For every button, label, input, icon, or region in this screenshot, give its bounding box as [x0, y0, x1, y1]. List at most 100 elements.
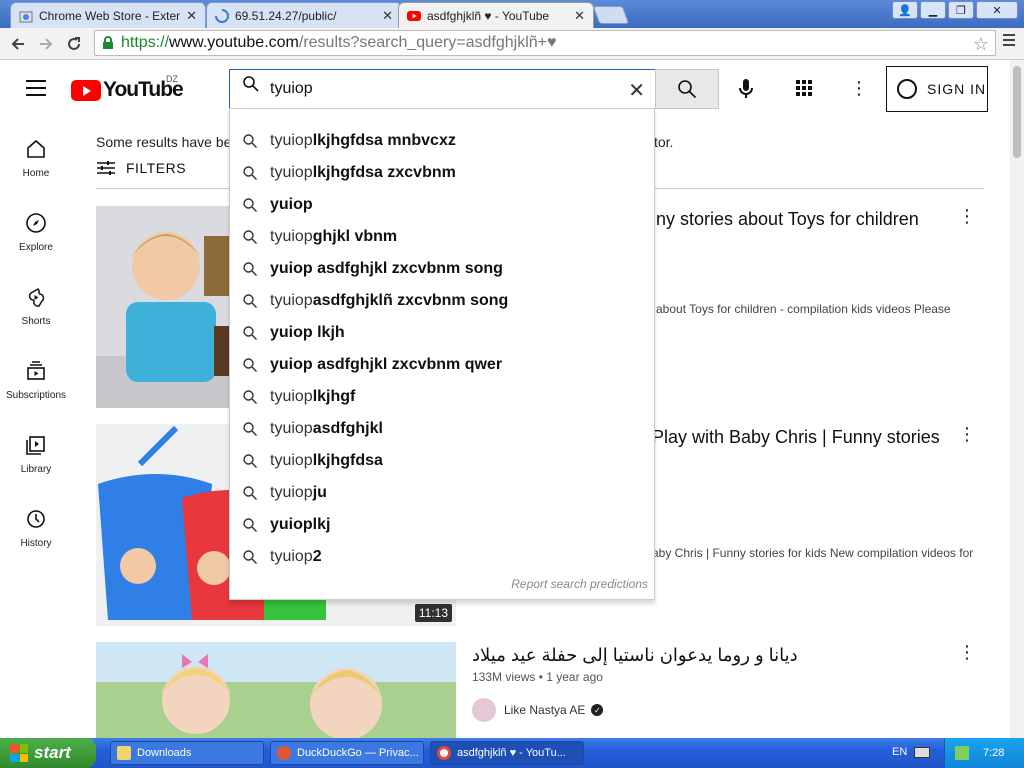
suggestion-item[interactable]: tyuiop lkjhgf [230, 381, 654, 413]
microphone-icon[interactable] [738, 78, 754, 105]
chrome-icon [437, 746, 451, 760]
suggestion-item[interactable]: yuiop lkjh [230, 317, 654, 349]
suggestion-item[interactable]: tyuiop ghjkl vbnm [230, 221, 654, 253]
search-suggestions-dropdown: tyuiop lkjhgfdsa mnbvcxz tyuiop lkjhgfdsa… [229, 108, 655, 600]
user-profile-icon[interactable]: 👤 [892, 1, 918, 19]
address-bar[interactable]: https:// www.youtube.com /results?search… [94, 30, 996, 56]
verified-check-icon: ✓ [591, 704, 604, 716]
suggestion-completion: ju [312, 484, 327, 501]
guide-item-explore[interactable]: Explore [0, 192, 72, 266]
suggestion-item[interactable]: tyuiop lkjhgfdsa [230, 445, 654, 477]
sign-in-label: SIGN IN [927, 81, 987, 97]
start-label: start [34, 743, 71, 762]
new-tab-button[interactable] [592, 6, 630, 24]
tab-youtube[interactable]: asdfghjklñ ♥ - YouTube ✕ [398, 2, 594, 28]
clear-search-icon[interactable]: ✕ [628, 78, 645, 103]
guide-label: Shorts [21, 316, 51, 327]
search-icon [243, 198, 257, 212]
guide-sidebar: Home Explore Shorts Subscriptions Librar… [0, 118, 72, 562]
page-scrollbar[interactable] [1010, 60, 1024, 738]
browser-toolbar: https:// www.youtube.com /results?search… [0, 28, 1024, 60]
suggestion-item[interactable]: yuiop asdfghjkl zxcvbnm qwer [230, 349, 654, 381]
suggestion-item[interactable]: tyuiop 2 [230, 541, 654, 573]
video-meta: 133M views • 1 year ago [472, 670, 603, 684]
thumbnail-image [96, 642, 456, 738]
search-icon [243, 454, 257, 468]
taskbar-item-duckduckgo[interactable]: DuckDuckGo — Privac... [270, 741, 424, 765]
compass-icon [26, 213, 46, 233]
close-tab-icon[interactable]: ✕ [186, 8, 197, 24]
suggestion-typed: tyuiop [270, 452, 313, 469]
channel-link[interactable]: Like Nastya AE ✓ [472, 698, 604, 722]
video-menu-icon[interactable]: ⋮ [958, 206, 976, 227]
suggestion-item[interactable]: yuioplkj [230, 509, 654, 541]
guide-item-shorts[interactable]: Shorts [0, 266, 72, 340]
back-arrow-icon[interactable] [4, 30, 32, 58]
close-tab-icon[interactable]: ✕ [382, 8, 393, 24]
search-icon [243, 518, 257, 532]
minimize-button[interactable]: ▁ [920, 1, 946, 19]
tab-strip: Chrome Web Store - Extensi ✕ 69.51.24.27… [0, 0, 1024, 28]
keyboard-icon[interactable] [914, 747, 930, 758]
guide-item-home[interactable]: Home [0, 118, 72, 192]
suggestion-typed: tyuiop [270, 164, 313, 181]
url-host: www.youtube.com [169, 34, 299, 51]
filters-label: FILTERS [126, 160, 187, 176]
tab-title: 69.51.24.27/public/ [235, 8, 337, 23]
youtube-logo[interactable]: YouTube DZ [71, 74, 184, 102]
url-path: /results?search_query=asdfghjklñ+♥ [298, 34, 557, 51]
close-tab-icon[interactable]: ✕ [574, 8, 585, 24]
suggestion-completion: yuiop [270, 196, 313, 213]
tab-chrome-web-store[interactable]: Chrome Web Store - Extensi ✕ [10, 2, 206, 28]
restore-button[interactable]: ❐ [948, 1, 974, 19]
scrollbar-thumb[interactable] [1013, 66, 1021, 158]
account-icon [897, 79, 917, 99]
search-input[interactable]: tyuiop ✕ [229, 69, 656, 109]
suggestion-item[interactable]: tyuiop lkjhgfdsa zxcvbnm [230, 157, 654, 189]
suggestion-item[interactable]: tyuiop asdfghjklñ zxcvbnm song [230, 285, 654, 317]
clock: 7:28 [983, 747, 1005, 759]
video-title[interactable]: Play with Baby Chris | Funny stories [652, 427, 940, 448]
apps-grid-icon[interactable] [796, 80, 812, 96]
language-indicator[interactable]: EN [892, 746, 907, 758]
taskbar-item-youtube[interactable]: asdfghjklñ ♥ - YouTu... [430, 741, 584, 765]
suggestion-item[interactable]: tyuiop lkjhgfdsa mnbvcxz [230, 125, 654, 157]
search-icon [243, 262, 257, 276]
filters-button[interactable]: FILTERS [96, 160, 186, 176]
video-thumbnail[interactable] [96, 642, 456, 738]
video-title[interactable]: ny stories about Toys for children [656, 209, 919, 230]
country-code: DZ [166, 74, 178, 84]
suggestion-completion: lkjhgf [312, 388, 356, 405]
suggestion-completion: asdfghjklñ zxcvbnm song [312, 292, 509, 309]
video-menu-icon[interactable]: ⋮ [958, 424, 976, 445]
reload-icon[interactable] [60, 30, 88, 58]
bookmark-star-icon[interactable]: ☆ [973, 34, 989, 55]
tab-ip-address[interactable]: 69.51.24.27/public/ ✕ [206, 2, 402, 28]
suggestion-item[interactable]: tyuiop asdfghjkl [230, 413, 654, 445]
chrome-web-store-icon [19, 9, 33, 23]
settings-more-icon[interactable]: ⋮ [850, 78, 868, 99]
start-button[interactable]: start [0, 738, 96, 768]
guide-item-subscriptions[interactable]: Subscriptions [0, 340, 72, 414]
network-icon[interactable] [955, 746, 969, 760]
search-button[interactable] [655, 69, 719, 109]
report-predictions-link[interactable]: Report search predictions [511, 577, 648, 591]
suggestion-item[interactable]: yuiop [230, 189, 654, 221]
channel-avatar [472, 698, 496, 722]
video-title[interactable]: ديانا و روما يدعوان ناستيا إلى حفلة عيد … [472, 645, 798, 666]
url-scheme: https:// [121, 34, 170, 51]
windows-logo-icon [10, 744, 28, 762]
sign-in-button[interactable]: SIGN IN [886, 66, 988, 112]
taskbar-item-downloads[interactable]: Downloads [110, 741, 264, 765]
forward-arrow-icon[interactable] [32, 30, 60, 58]
video-menu-icon[interactable]: ⋮ [958, 642, 976, 663]
close-window-button[interactable]: ✕ [976, 1, 1018, 19]
guide-item-history[interactable]: History [0, 488, 72, 562]
browser-menu-icon[interactable] [1002, 32, 1016, 53]
search-icon [243, 486, 257, 500]
hamburger-menu-icon[interactable] [26, 80, 46, 101]
suggestion-item[interactable]: tyuiop ju [230, 477, 654, 509]
suggestion-item[interactable]: yuiop asdfghjkl zxcvbnm song [230, 253, 654, 285]
guide-item-library[interactable]: Library [0, 414, 72, 488]
guide-label: History [20, 538, 52, 549]
